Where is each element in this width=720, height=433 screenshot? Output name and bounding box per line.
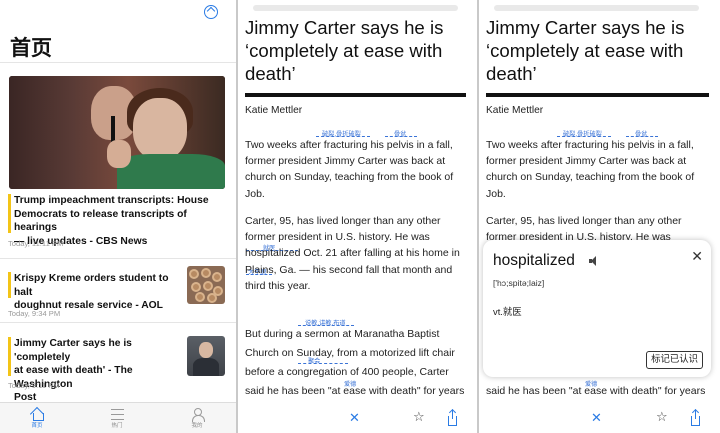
hero-news-image[interactable] [9, 76, 225, 189]
divider [0, 258, 236, 259]
tab-label: 我的 [191, 423, 203, 429]
news-time: Today, 11:11 PM [8, 239, 64, 248]
popup-definition: vt.就医 [493, 306, 522, 317]
article-screen-with-popup: Jimmy Carter says he is ‘completely at e… [479, 0, 720, 433]
carter-thumbnail[interactable] [187, 336, 225, 376]
top-bar [494, 5, 699, 11]
speaker-icon[interactable] [589, 256, 600, 266]
list-icon [110, 409, 124, 420]
news-headline[interactable]: Jimmy Carter says he is 'completely at e… [14, 337, 186, 405]
refresh-icon[interactable] [204, 5, 218, 19]
article-toolbar: ✕ ☆ [238, 403, 477, 433]
tab-label: 首页 [31, 423, 43, 429]
article-title: Jimmy Carter says he is ‘completely at e… [486, 17, 685, 84]
title-rule [486, 93, 709, 97]
close-icon[interactable]: ✕ [591, 410, 602, 426]
close-icon[interactable]: ✕ [349, 410, 360, 426]
article-paragraph: Two weeks after fracturing his pelvis in… [245, 139, 454, 200]
news-time: Today, 9:11 PM [8, 381, 60, 390]
share-icon[interactable] [691, 410, 700, 426]
divider [0, 62, 236, 63]
article-screen: Jimmy Carter says he is ‘completely at e… [238, 0, 477, 433]
news-headline[interactable]: Krispy Kreme orders student to halt doug… [14, 272, 186, 313]
article-paragraph: Carter, 95, has lived longer than any ot… [245, 215, 460, 292]
share-icon[interactable] [448, 410, 457, 426]
article-paragraph: said he has been "at ease with death" fo… [486, 385, 706, 397]
news-time: Today, 9:34 PM [8, 309, 61, 318]
tab-home[interactable]: 首页 [17, 406, 57, 429]
close-icon[interactable]: ✕ [691, 248, 703, 265]
article-paragraph: But during a sermon at Maranatha Baptist… [245, 328, 465, 397]
star-icon[interactable]: ☆ [656, 409, 668, 425]
list-item[interactable]: Trump impeachment transcripts: House Dem… [8, 194, 230, 248]
home-icon [31, 408, 44, 421]
star-icon[interactable]: ☆ [413, 409, 425, 425]
popup-word: hospitalized [493, 252, 575, 269]
dictionary-popup: hospitalized ✕ ['hɔ;spitə;laiz] vt.就医 标记… [483, 240, 711, 377]
tab-label: 热门 [111, 423, 123, 429]
title-rule [245, 93, 466, 97]
user-icon [191, 408, 205, 422]
article-author: Katie Mettler [486, 105, 544, 116]
news-feed-screen: 首页 Trump impeachment transcripts: House … [0, 0, 236, 433]
popup-phonetic: ['hɔ;spitə;laiz] [493, 278, 545, 288]
divider [0, 322, 236, 323]
highlight-bar [8, 337, 11, 376]
tab-trending[interactable]: 热门 [97, 406, 137, 429]
article-paragraph: Two weeks after fracturing his pelvis in… [486, 139, 695, 200]
highlight-bar [8, 272, 11, 298]
top-bar [253, 5, 458, 11]
doughnut-thumbnail[interactable] [187, 266, 225, 304]
article-toolbar: ✕ ☆ [479, 403, 720, 433]
article-title: Jimmy Carter says he is ‘completely at e… [245, 17, 444, 84]
highlight-bar [8, 194, 11, 233]
page-title: 首页 [10, 36, 52, 60]
bottom-tab-bar: 首页 热门 我的 [0, 402, 236, 433]
mark-known-button[interactable]: 标记已认识 [646, 351, 703, 369]
tab-mine[interactable]: 我的 [177, 406, 217, 429]
article-author: Katie Mettler [245, 105, 303, 116]
